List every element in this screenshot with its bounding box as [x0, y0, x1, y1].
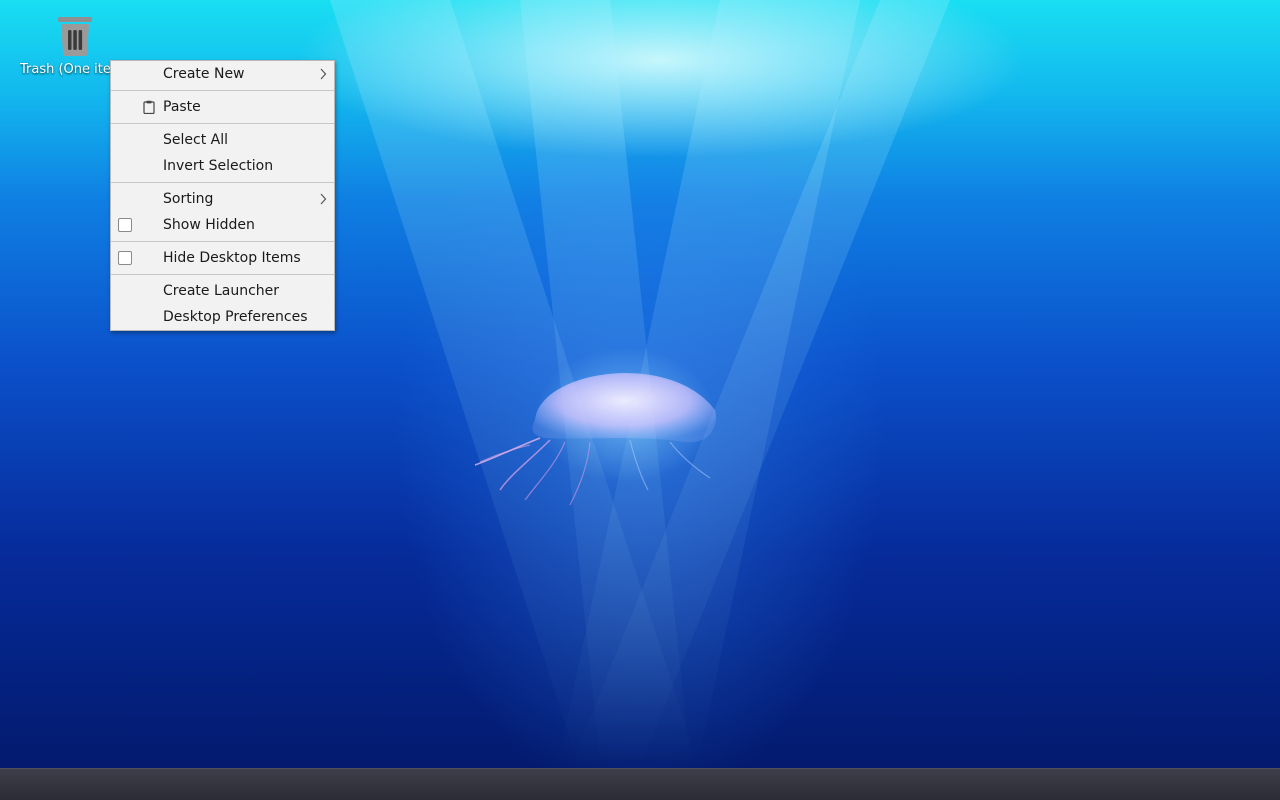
menu-item-paste[interactable]: Paste: [111, 94, 334, 120]
menu-item-label: Create Launcher: [163, 283, 280, 299]
trash-label: Trash (One ite: [20, 62, 111, 77]
chevron-right-icon: [320, 68, 327, 80]
menu-item-hide-desktop-items[interactable]: Hide Desktop Items: [111, 245, 334, 271]
taskbar[interactable]: [0, 768, 1280, 800]
menu-item-sorting[interactable]: Sorting: [111, 186, 334, 212]
menu-item-create-launcher[interactable]: Create Launcher: [111, 278, 334, 304]
menu-item-create-new[interactable]: Create New: [111, 61, 334, 87]
menu-item-label: Desktop Preferences: [163, 309, 308, 325]
chevron-right-icon: [320, 193, 327, 205]
menu-separator: [111, 182, 334, 183]
menu-item-label: Hide Desktop Items: [163, 250, 301, 266]
desktop-context-menu: Create New Paste Select All Invert Selec…: [110, 60, 335, 331]
hide-desktop-items-checkbox[interactable]: [118, 251, 132, 265]
trash-icon: [58, 17, 92, 56]
menu-separator: [111, 241, 334, 242]
menu-item-label: Invert Selection: [163, 158, 274, 174]
menu-item-label: Paste: [163, 99, 201, 115]
menu-item-label: Sorting: [163, 191, 214, 207]
menu-item-select-all[interactable]: Select All: [111, 127, 334, 153]
menu-item-label: Create New: [163, 66, 245, 82]
clipboard-icon: [143, 100, 155, 114]
menu-item-show-hidden[interactable]: Show Hidden: [111, 212, 334, 238]
menu-item-desktop-preferences[interactable]: Desktop Preferences: [111, 304, 334, 330]
menu-separator: [111, 90, 334, 91]
menu-separator: [111, 274, 334, 275]
jellyfish-wallpaper-image: [474, 372, 716, 506]
show-hidden-checkbox[interactable]: [118, 218, 132, 232]
menu-separator: [111, 123, 334, 124]
menu-item-invert-selection[interactable]: Invert Selection: [111, 153, 334, 179]
menu-item-label: Show Hidden: [163, 217, 255, 233]
menu-item-label: Select All: [163, 132, 228, 148]
